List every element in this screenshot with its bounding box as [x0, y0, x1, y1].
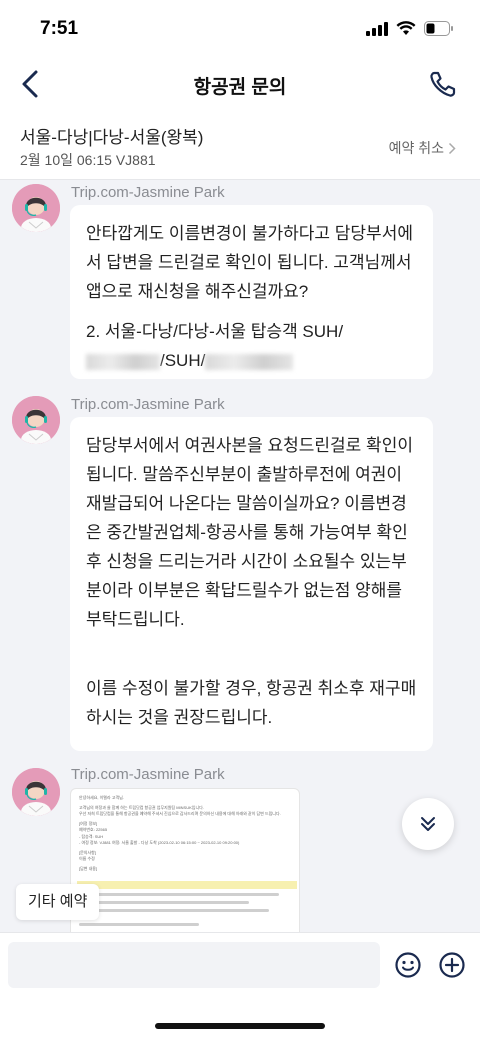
agent-avatar-icon: [12, 184, 60, 232]
nav-bar: 항공권 문의: [0, 58, 480, 110]
sender-name: Trip.com-Jasmine Park: [71, 184, 225, 201]
plus-circle-icon: [439, 952, 465, 978]
passenger-line-suffix: /SUH/: [160, 351, 206, 370]
agent-avatar-icon: [12, 768, 60, 816]
cancel-booking-label: 예약 취소: [388, 140, 444, 156]
wifi-icon: [396, 21, 416, 35]
phone-icon: [430, 71, 456, 97]
double-chevron-down-icon: [421, 817, 435, 831]
trip-date-flight: 2월 10일 06:15 VJ881: [20, 152, 156, 168]
message-text: 안타깝게도 이름변경이 불가하다고 담당부서에서 답변을 드린걸로 확인이 됩니…: [86, 224, 413, 301]
passenger-line-prefix: 2. 서울-다낭/다낭-서울 탑승객 SUH/: [86, 322, 344, 341]
home-indicator: [155, 1023, 325, 1029]
page-title: 항공권 문의: [193, 77, 287, 98]
image-text-line: [79, 901, 249, 904]
scroll-to-bottom-button[interactable]: [402, 798, 454, 850]
message-bubble[interactable]: 담당부서에서 여권사본을 요청드린걸로 확인이 됩니다. 말씀주신부분이 출발하…: [70, 417, 433, 751]
status-time: 7:51: [40, 18, 79, 39]
smiley-icon: [395, 952, 421, 978]
redacted-name: [86, 353, 160, 370]
call-button[interactable]: [428, 69, 458, 99]
chevron-right-icon: [448, 142, 456, 154]
other-booking-button[interactable]: 기타 예약: [16, 884, 100, 920]
image-text-line: 우선 저희 트립닷컴을 통해 항공권을 예약해 주셔서 진심으로 감사드리며 문…: [79, 811, 281, 816]
image-text-line: [답변 내용]: [79, 865, 98, 871]
redacted-name: [205, 353, 294, 370]
status-bar: 7:51: [0, 0, 480, 58]
cancel-booking-link[interactable]: 예약 취소: [389, 138, 456, 158]
input-bar: [0, 932, 480, 1039]
message-text-line-2: 2. 서울-다낭/다낭-서울 탑승객 SUH/ /SUH/: [86, 317, 417, 375]
agent-avatar: [12, 396, 60, 444]
image-text-line: [79, 893, 279, 896]
trip-route: 서울-다낭|다낭-서울(왕복): [20, 128, 204, 147]
agent-avatar-icon: [12, 396, 60, 444]
agent-avatar: [12, 184, 60, 232]
image-highlight: [77, 881, 297, 889]
signal-icon: [366, 21, 388, 36]
message-input[interactable]: [8, 942, 380, 988]
trip-header[interactable]: 서울-다낭|다낭-서울(왕복) 2월 10일 06:15 VJ881 예약 취소: [0, 110, 480, 180]
image-text-line: [79, 923, 199, 926]
image-text-line: [79, 909, 269, 912]
message-bubble[interactable]: 안타깝게도 이름변경이 불가하다고 담당부서에서 답변을 드린걸로 확인이 됩니…: [70, 205, 433, 379]
message-text: 이름 수정이 불가할 경우, 항공권 취소후 재구매하시는 것을 권장드립니다.: [86, 679, 417, 727]
image-attachment[interactable]: 안녕하세요, 이멜라 고객님. 고객님의 여정과 쓸 함께 하는 트립닷컴 항공…: [70, 788, 300, 932]
message-text: 담당부서에서 여권사본을 요청드린걸로 확인이 됩니다. 말씀주신부분이 출발하…: [86, 436, 413, 629]
sender-name: Trip.com-Jasmine Park: [71, 766, 225, 783]
battery-icon: [424, 21, 453, 36]
sender-name: Trip.com-Jasmine Park: [71, 396, 225, 413]
agent-avatar: [12, 768, 60, 816]
emoji-button[interactable]: [394, 951, 422, 979]
image-text-block: 안녕하세요, 이멜라 고객님. 고객님의 여정과 쓸 함께 하는 트립닷컴 항공…: [79, 795, 293, 872]
status-icons: [366, 21, 454, 36]
attach-button[interactable]: [438, 951, 466, 979]
